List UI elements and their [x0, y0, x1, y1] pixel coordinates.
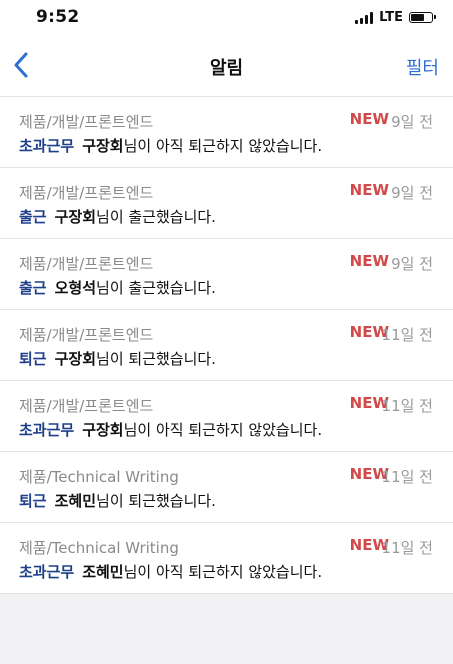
notification-type: 초과근무 — [19, 421, 75, 439]
notification-type: 퇴근 — [19, 492, 47, 510]
notification-time: 11일 전 — [381, 326, 433, 344]
notification-category: 제품/개발/프론트엔드 — [19, 397, 154, 415]
notification-text: 님이 아직 퇴근하지 않았습니다. — [123, 421, 323, 439]
filter-button[interactable]: 필터 — [406, 54, 439, 80]
employee-name: 오형석 — [54, 279, 97, 297]
notification-message: 초과근무 구장회님이 아직 퇴근하지 않았습니다. — [19, 135, 322, 156]
notification-text: 님이 아직 퇴근하지 않았습니다. — [123, 137, 323, 155]
employee-name: 구장회 — [82, 421, 124, 439]
notification-item[interactable]: 제품/Technical Writing NEW 11일 전 초과근무 조혜민님이 아직… — [0, 523, 453, 594]
notification-category: 제품/Technical Writing — [19, 468, 179, 486]
notification-message: 퇴근 조혜민님이 퇴근했습니다. — [19, 490, 216, 511]
notification-category: 제품/개발/프론트엔드 — [19, 326, 154, 344]
notification-type: 퇴근 — [19, 350, 47, 368]
notification-category: 제품/개발/프론트엔드 — [19, 113, 154, 131]
notification-type: 초과근무 — [19, 137, 75, 155]
notification-time: 11일 전 — [381, 539, 433, 557]
notification-category: 제품/개발/프론트엔드 — [19, 184, 154, 202]
status-bar: 9:52 LTE — [0, 0, 453, 34]
status-indicators: LTE — [355, 10, 436, 25]
notification-category: 제품/개발/프론트엔드 — [19, 255, 154, 273]
signal-icon — [355, 11, 374, 24]
new-badge: NEW — [349, 252, 389, 270]
network-label: LTE — [379, 10, 403, 25]
notification-message: 출근 구장회님이 출근했습니다. — [19, 206, 216, 227]
notification-text: 님이 퇴근했습니다. — [96, 350, 216, 368]
notification-item[interactable]: 제품/개발/프론트엔드 NEW 9일 전출근 오형석님이 출근했습니다. — [0, 239, 453, 310]
employee-name: 조혜민 — [82, 563, 124, 581]
new-badge: NEW — [349, 181, 389, 199]
notification-message: 출근 오형석님이 출근했습니다. — [19, 277, 216, 298]
battery-icon — [409, 12, 436, 23]
employee-name: 조혜민 — [54, 492, 97, 510]
notification-message: 초과근무 조혜민님이 아직 퇴근하지 않았습니다. — [19, 561, 322, 582]
notification-text: 님이 출근했습니다. — [96, 208, 216, 226]
notification-type: 초과근무 — [19, 563, 75, 581]
notification-item[interactable]: 제품/개발/프론트엔드 NEW 9일 전초과근무 구장회님이 아직 퇴근하지 않았습니… — [0, 97, 453, 168]
notification-time: 9일 전 — [391, 255, 433, 273]
notification-message: 초과근무 구장회님이 아직 퇴근하지 않았습니다. — [19, 419, 322, 440]
notification-text: 님이 퇴근했습니다. — [96, 492, 216, 510]
notification-category: 제품/Technical Writing — [19, 539, 179, 557]
page-title: 알림 — [209, 58, 244, 79]
notification-type: 출근 — [19, 208, 47, 226]
notification-text: 님이 아직 퇴근하지 않았습니다. — [123, 563, 323, 581]
notification-message: 퇴근 구장회님이 퇴근했습니다. — [19, 348, 216, 369]
notification-item[interactable]: 제품/개발/프론트엔드 NEW 9일 전출근 구장회님이 출근했습니다. — [0, 168, 453, 239]
notification-time: 9일 전 — [391, 113, 433, 131]
notification-list: 제품/개발/프론트엔드 NEW 9일 전 초과근무 구장회님이 아직 퇴근하지 않았습니… — [0, 97, 453, 594]
status-time: 9:52 — [36, 7, 80, 27]
notification-time: 11일 전 — [381, 468, 433, 486]
notification-item[interactable]: 제품/개발/프론트엔드 NEW 11일 전 퇴근 구장회님이 퇴근했습니다. — [0, 310, 453, 381]
notification-time: 11일 전 — [381, 397, 433, 415]
new-badge: NEW — [349, 110, 389, 128]
notification-item[interactable]: 제품/개발/프론트엔드 NEW 11일 전 초과근무 구장회님이 아직 퇴근하지 않았습… — [0, 381, 453, 452]
notification-type: 출근 — [19, 279, 47, 297]
notification-text: 님이 출근했습니다. — [96, 279, 216, 297]
employee-name: 구장회 — [82, 137, 124, 155]
navigation-bar: 알림 필터 — [0, 34, 453, 97]
notification-item[interactable]: 제품/Technical Writing NEW 11일 전 퇴근 조혜민님이 퇴근했습… — [0, 452, 453, 523]
employee-name: 구장회 — [54, 208, 97, 226]
employee-name: 구장회 — [54, 350, 97, 368]
notification-time: 9일 전 — [391, 184, 433, 202]
